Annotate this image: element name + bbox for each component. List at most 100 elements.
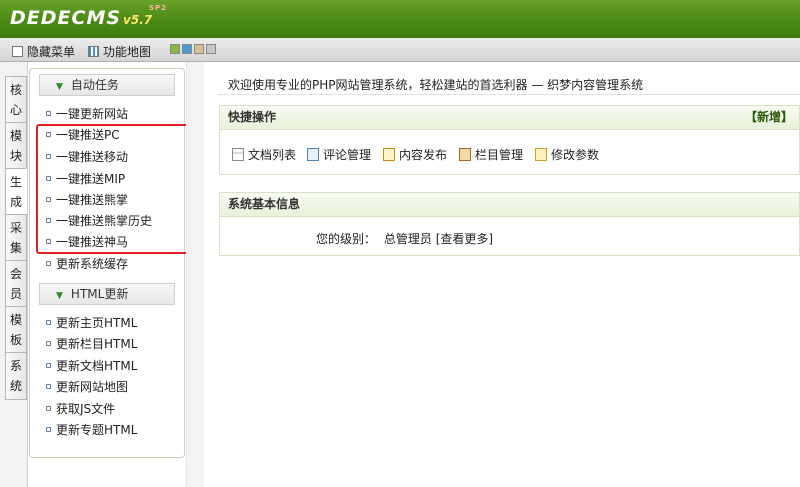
group-html-update[interactable]: ▼ HTML更新 (39, 283, 175, 305)
chevron-down-icon: ▼ (56, 82, 63, 92)
comment-manage-link[interactable]: 评论管理 (307, 146, 371, 163)
bullet-icon (46, 197, 51, 202)
menu-item-label: 更新专题HTML (56, 423, 138, 437)
tab-core[interactable]: 核心 (5, 76, 27, 124)
settings-edit-icon (535, 148, 547, 161)
group-html-update-title: HTML更新 (70, 287, 129, 301)
quick-actions-box: 快捷操作 【新增】 (219, 105, 800, 175)
menu-item-update-site[interactable]: 一键更新网站 (46, 105, 128, 123)
tab-collect-label: 采集 (10, 221, 23, 255)
bullet-icon (46, 218, 51, 223)
menu-item-push-shenma[interactable]: 一键推送神马 (46, 233, 128, 251)
tab-modules-label: 模块 (10, 129, 23, 163)
theme-swatches (170, 44, 216, 54)
tab-generate[interactable]: 生成 (5, 168, 27, 216)
menu-item-label: 一键推送熊掌 (56, 193, 129, 207)
frame-splitter[interactable] (186, 62, 204, 487)
menu-item-update-cache[interactable]: 更新系统缓存 (46, 255, 128, 273)
publish-content-link[interactable]: 内容发布 (383, 146, 447, 163)
user-level-row: 您的级别： 总管理员 [查看更多] (316, 230, 493, 247)
bullet-icon (46, 132, 51, 137)
sitemap-button[interactable]: 功能地图 (88, 43, 151, 60)
menu-item-label: 更新主页HTML (56, 316, 138, 330)
add-new-link[interactable]: 【新增】 (745, 106, 793, 129)
menu-item-update-column-html[interactable]: 更新栏目HTML (46, 335, 137, 353)
tab-members-label: 会员 (10, 267, 23, 301)
tab-modules[interactable]: 模块 (5, 122, 27, 170)
system-info-box: 系统基本信息 (219, 192, 800, 256)
menu-item-update-sitemap[interactable]: 更新网站地图 (46, 378, 128, 396)
bullet-icon (46, 239, 51, 244)
bullet-icon (46, 320, 51, 325)
bullet-icon (46, 176, 51, 181)
tab-members[interactable]: 会员 (5, 260, 27, 308)
menu-item-label: 一键推送PC (56, 128, 120, 142)
hide-menu-label: 隐藏菜单 (27, 45, 76, 59)
level-value: 总管理员 (383, 232, 432, 246)
menu-item-get-js[interactable]: 获取JS文件 (46, 400, 115, 418)
theme-swatch-green[interactable] (170, 44, 180, 54)
menu-item-label: 一键推送神马 (56, 235, 129, 249)
menu-item-push-pc[interactable]: 一键推送PC (46, 126, 120, 144)
menu-item-label: 一键推送移动 (56, 150, 129, 164)
group-auto-tasks-title: 自动任务 (70, 78, 119, 92)
theme-swatch-blue[interactable] (182, 44, 192, 54)
tab-templates[interactable]: 模板 (5, 306, 27, 354)
bullet-icon (46, 406, 51, 411)
menu-item-label: 一键推送熊掌历史 (56, 214, 153, 228)
quick-actions-title: 快捷操作 (228, 110, 277, 124)
sitemap-label: 功能地图 (103, 45, 152, 59)
doc-list-label: 文档列表 (248, 148, 297, 162)
tab-core-label: 核心 (10, 83, 23, 117)
comment-icon (307, 148, 319, 161)
quick-actions-header: 快捷操作 【新增】 (220, 106, 799, 130)
column-manage-link[interactable]: 栏目管理 (459, 146, 523, 163)
menu-item-update-topic-html[interactable]: 更新专题HTML (46, 421, 137, 439)
menu-bar: 隐藏菜单 功能地图 (0, 38, 800, 62)
theme-swatch-tan[interactable] (194, 44, 204, 54)
dedecms-logo: DEDECMS v5.7 SP2 (10, 4, 166, 29)
system-info-title: 系统基本信息 (228, 197, 301, 211)
bullet-icon (46, 154, 51, 159)
view-more-link[interactable]: [查看更多] (436, 232, 493, 246)
level-label: 您的级别： (316, 232, 377, 246)
version-label: v5.7 (123, 13, 153, 27)
top-header: DEDECMS v5.7 SP2 (0, 0, 800, 38)
grid-icon (88, 46, 99, 57)
side-tab-bar: 核心 模块 生成 采集 会员 模板 系统 (0, 62, 28, 487)
modify-params-link[interactable]: 修改参数 (535, 146, 599, 163)
hide-menu-button[interactable]: 隐藏菜单 (12, 43, 75, 60)
chevron-down-icon: ▼ (56, 291, 63, 301)
edit-icon (383, 148, 395, 161)
menu-icon (12, 46, 23, 57)
theme-swatch-gray[interactable] (206, 44, 216, 54)
menu-item-push-xiongzhang-history[interactable]: 一键推送熊掌历史 (46, 212, 152, 230)
welcome-text: 欢迎使用专业的PHP网站管理系统，轻松建站的首选利器 — 织梦内容管理系统 (228, 78, 644, 92)
document-icon (232, 148, 244, 161)
menu-item-push-xiongzhang[interactable]: 一键推送熊掌 (46, 191, 128, 209)
menu-item-push-mip[interactable]: 一键推送MIP (46, 170, 125, 188)
menu-item-push-mobile[interactable]: 一键推送移动 (46, 148, 128, 166)
tab-system[interactable]: 系统 (5, 352, 27, 400)
tab-templates-label: 模板 (10, 313, 23, 347)
bullet-icon (46, 363, 51, 368)
doc-list-link[interactable]: 文档列表 (232, 146, 296, 163)
version-sup: SP2 (149, 4, 168, 12)
menu-item-label: 更新栏目HTML (56, 337, 138, 351)
divider (218, 94, 800, 95)
menu-item-update-doc-html[interactable]: 更新文档HTML (46, 357, 137, 375)
group-auto-tasks[interactable]: ▼ 自动任务 (39, 74, 175, 96)
menu-item-label: 更新文档HTML (56, 359, 138, 373)
publish-content-label: 内容发布 (399, 148, 448, 162)
tab-collect[interactable]: 采集 (5, 214, 27, 262)
bullet-icon (46, 384, 51, 389)
column-manage-label: 栏目管理 (475, 148, 524, 162)
comment-manage-label: 评论管理 (323, 148, 372, 162)
menu-item-update-home-html[interactable]: 更新主页HTML (46, 314, 137, 332)
menu-item-label: 获取JS文件 (56, 402, 116, 416)
bullet-icon (46, 261, 51, 266)
menu-item-label: 一键推送MIP (56, 172, 126, 186)
tab-generate-label: 生成 (10, 175, 23, 209)
tab-system-label: 系统 (10, 359, 23, 393)
menu-item-label: 更新网站地图 (56, 380, 129, 394)
